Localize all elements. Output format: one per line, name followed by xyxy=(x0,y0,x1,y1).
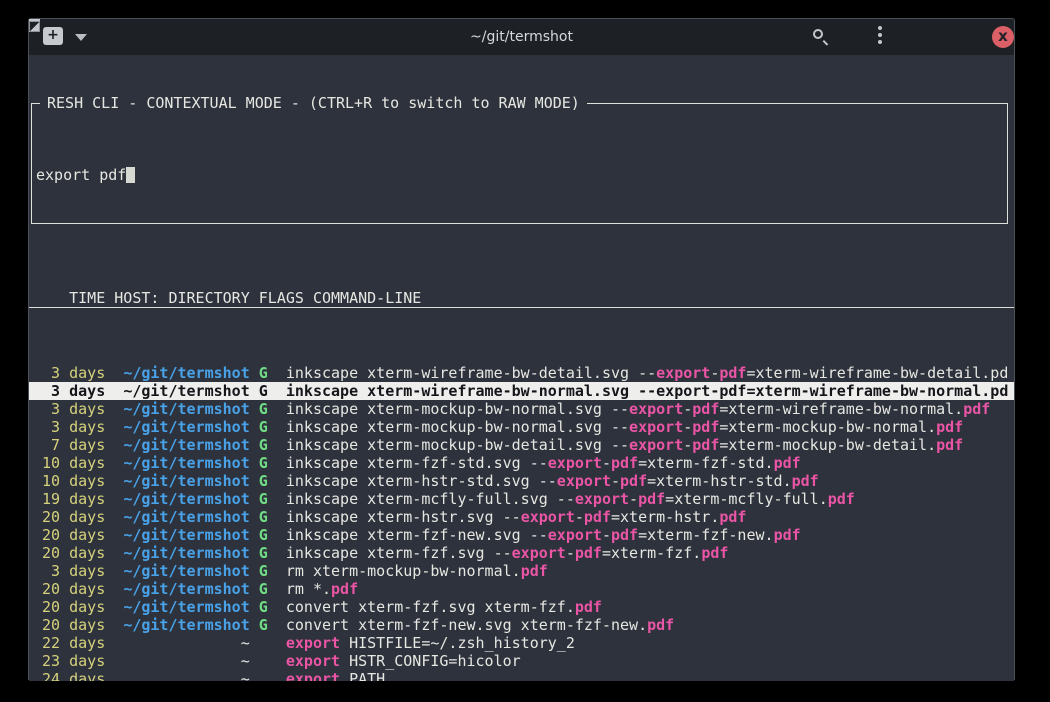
search-input[interactable]: export pdf xyxy=(35,166,1004,184)
search-panel-legend: RESH CLI - CONTEXTUAL MODE - (CTRL+R to … xyxy=(40,94,587,113)
history-row[interactable]: 20 days ~/git/termshot G rm *.pdf xyxy=(29,580,1014,598)
search-icon-handle xyxy=(823,40,829,46)
search-panel: RESH CLI - CONTEXTUAL MODE - (CTRL+R to … xyxy=(31,103,1008,224)
menu-kebab-icon[interactable] xyxy=(878,26,882,46)
history-row[interactable]: 7 days ~/git/termshot G inkscape xterm-m… xyxy=(29,436,1014,454)
history-row[interactable]: 20 days ~/git/termshot G convert xterm-f… xyxy=(29,616,1014,634)
history-row[interactable]: 3 days ~/git/termshot G inkscape xterm-w… xyxy=(29,364,1014,382)
terminal-content: RESH CLI - CONTEXTUAL MODE - (CTRL+R to … xyxy=(29,55,1014,681)
history-row-selected[interactable]: 3 days ~/git/termshot G inkscape xterm-w… xyxy=(29,382,1014,400)
history-row[interactable]: 10 days ~/git/termshot G inkscape xterm-… xyxy=(29,472,1014,490)
window-title: ~/git/termshot xyxy=(29,19,1014,55)
history-row[interactable]: 22 days ~ export HISTFILE=~/.zsh_history… xyxy=(29,634,1014,652)
history-row[interactable]: 20 days ~/git/termshot G inkscape xterm-… xyxy=(29,544,1014,562)
text-cursor xyxy=(126,167,135,183)
history-row[interactable]: 20 days ~/git/termshot G convert xterm-f… xyxy=(29,598,1014,616)
search-icon[interactable] xyxy=(811,27,831,47)
history-row[interactable]: 20 days ~/git/termshot G inkscape xterm-… xyxy=(29,508,1014,526)
search-query-text: export pdf xyxy=(36,166,126,184)
close-icon[interactable]: x xyxy=(992,26,1014,48)
search-icon-lens xyxy=(813,29,823,39)
terminal-window: + ~/git/termshot x RESH CLI - CONTEXTUAL… xyxy=(28,18,1015,680)
history-row[interactable]: 19 days ~/git/termshot G inkscape xterm-… xyxy=(29,490,1014,508)
history-row[interactable]: 20 days ~/git/termshot G inkscape xterm-… xyxy=(29,526,1014,544)
history-row[interactable]: 23 days ~ export HSTR_CONFIG=hicolor xyxy=(29,652,1014,670)
history-row[interactable]: 3 days ~/git/termshot G inkscape xterm-m… xyxy=(29,418,1014,436)
history-row[interactable]: 3 days ~/git/termshot G rm xterm-mockup-… xyxy=(29,562,1014,580)
titlebar: + ~/git/termshot x xyxy=(29,19,1014,55)
table-header: TIME HOST: DIRECTORY FLAGS COMMAND-LINE xyxy=(29,289,1014,308)
history-row[interactable]: 10 days ~/git/termshot G inkscape xterm-… xyxy=(29,454,1014,472)
history-list: 3 days ~/git/termshot G inkscape xterm-w… xyxy=(29,364,1014,681)
history-row[interactable]: 24 days ~ export PATH xyxy=(29,670,1014,681)
history-row[interactable]: 3 days ~/git/termshot G inkscape xterm-m… xyxy=(29,400,1014,418)
